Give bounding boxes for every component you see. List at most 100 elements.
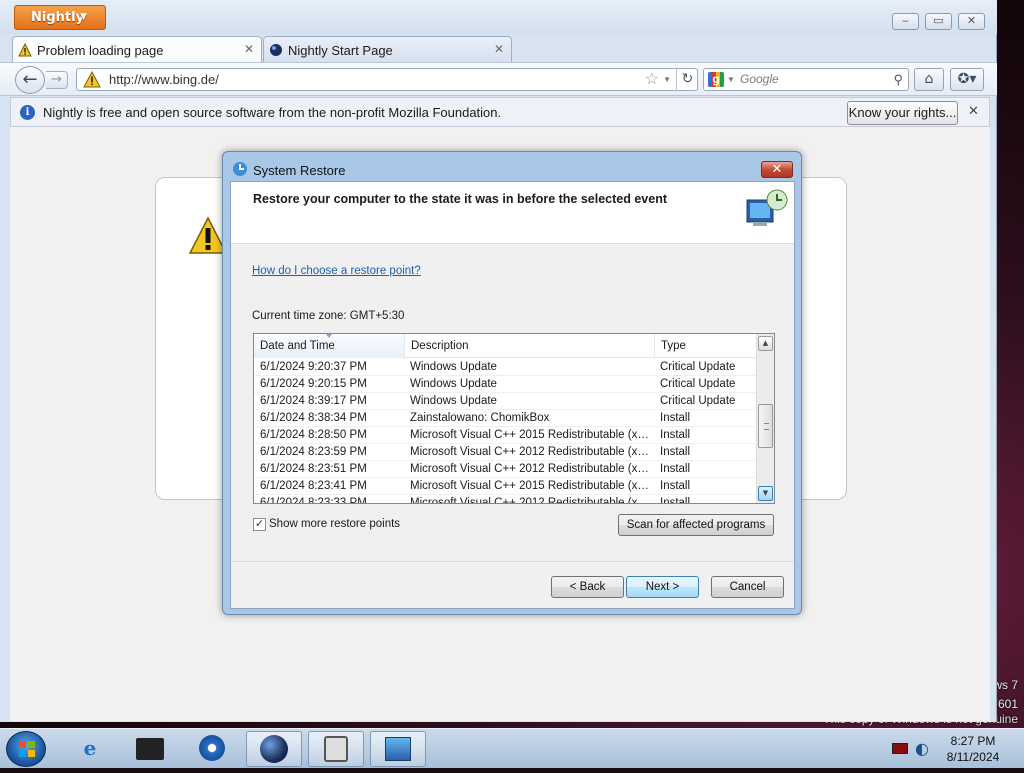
table-row[interactable]: 6/1/2024 9:20:37 PM Windows Update Critica… xyxy=(254,359,756,376)
row-type: Install xyxy=(660,429,691,441)
media-player-taskbar-button[interactable] xyxy=(184,731,240,767)
arrow-right-icon: → xyxy=(51,72,62,87)
table-row[interactable]: 6/1/2024 8:28:50 PM Microsoft Visual C++ … xyxy=(254,427,756,444)
start-button[interactable] xyxy=(6,731,46,767)
tab-nightly-start[interactable]: Nightly Start Page ✕ xyxy=(263,36,512,62)
row-date: 6/1/2024 8:39:17 PM xyxy=(260,395,367,407)
row-type: Install xyxy=(660,480,691,492)
footer-divider xyxy=(231,561,794,562)
dialog-header: Restore your computer to the state it wa… xyxy=(231,182,794,244)
row-type: Critical Update xyxy=(660,361,736,373)
search-placeholder: Google xyxy=(740,72,779,86)
table-row[interactable]: 6/1/2024 9:20:15 PM Windows Update Critica… xyxy=(254,376,756,393)
know-your-rights-button[interactable]: Know your rights... xyxy=(847,101,958,125)
scroll-down-icon[interactable]: ▼ xyxy=(758,486,773,501)
restore-point-help-link[interactable]: How do I choose a restore point? xyxy=(252,265,421,277)
browser-titlebar: Nightly ▼ ‒ ▭ ✕ xyxy=(0,0,997,34)
row-description: Microsoft Visual C++ 2012 Redistributabl… xyxy=(410,463,650,475)
system-restore-icon xyxy=(385,737,411,761)
row-date: 6/1/2024 8:23:59 PM xyxy=(260,446,367,458)
close-window-button[interactable]: ✕ xyxy=(958,13,985,30)
warning-icon xyxy=(18,43,32,57)
row-type: Install xyxy=(660,446,691,458)
row-description: Windows Update xyxy=(410,378,497,390)
back-button[interactable]: < Back xyxy=(551,576,624,598)
table-row[interactable]: 6/1/2024 8:38:34 PM Zainstalowano: Chomik… xyxy=(254,410,756,427)
column-date-time[interactable]: Date and Time xyxy=(254,334,405,358)
folder-icon xyxy=(136,738,164,760)
computer-restore-icon xyxy=(746,189,788,226)
forward-button[interactable]: → xyxy=(46,71,68,89)
system-restore-taskbar-button[interactable] xyxy=(370,731,426,767)
bookmarks-icon: ✪▾ xyxy=(957,71,977,87)
scroll-thumb[interactable] xyxy=(758,404,773,448)
column-type[interactable]: Type xyxy=(655,334,756,358)
media-player-icon xyxy=(199,735,225,761)
info-icon: i xyxy=(20,105,35,120)
tab-close-icon[interactable]: ✕ xyxy=(244,42,254,56)
url-text: http://www.bing.de/ xyxy=(109,72,219,87)
system-clock[interactable]: 8:27 PM 8/11/2024 xyxy=(940,733,1006,765)
cancel-button[interactable]: Cancel xyxy=(711,576,784,598)
column-description[interactable]: Description xyxy=(405,334,655,358)
row-description: Microsoft Visual C++ 2015 Redistributabl… xyxy=(410,429,650,441)
tab-problem-loading[interactable]: Problem loading page ✕ xyxy=(12,36,262,62)
grip-icon xyxy=(764,423,769,430)
close-icon[interactable]: ✕ xyxy=(968,104,979,119)
url-bar[interactable]: http://www.bing.de/ ☆ ▼ ↻ xyxy=(76,68,698,91)
dialog-close-button[interactable]: ✕ xyxy=(761,161,793,178)
tab-strip: Problem loading page ✕ Nightly Start Pag… xyxy=(0,34,997,92)
row-date: 6/1/2024 8:23:51 PM xyxy=(260,463,367,475)
row-date: 6/1/2024 9:20:15 PM xyxy=(260,378,367,390)
maximize-button[interactable]: ▭ xyxy=(925,13,952,30)
notification-message: Nightly is free and open source software… xyxy=(43,105,502,120)
internet-explorer-taskbar-button[interactable]: e xyxy=(62,731,118,767)
scroll-up-icon[interactable]: ▲ xyxy=(758,336,773,351)
scan-affected-programs-button[interactable]: Scan for affected programs xyxy=(618,514,774,536)
app-menu-label: Nightly xyxy=(31,10,85,25)
table-row[interactable]: 6/1/2024 8:23:51 PM Microsoft Visual C++ … xyxy=(254,461,756,478)
next-button[interactable]: Next > xyxy=(626,576,699,598)
table-row[interactable]: 6/1/2024 8:23:33 PM Microsoft Visual C++ … xyxy=(254,495,756,503)
row-description: Windows Update xyxy=(410,361,497,373)
minimize-button[interactable]: ‒ xyxy=(892,13,919,30)
tab-label: Problem loading page xyxy=(37,43,164,58)
tab-close-icon[interactable]: ✕ xyxy=(494,42,504,56)
action-center-flag-icon[interactable] xyxy=(892,743,908,754)
list-scrollbar[interactable]: ▲ ▼ xyxy=(756,334,774,503)
nightly-globe-icon xyxy=(270,44,282,56)
dialog-body: Restore your computer to the state it wa… xyxy=(230,181,795,609)
row-type: Install xyxy=(660,463,691,475)
clock-date: 8/11/2024 xyxy=(946,750,1000,764)
row-date: 6/1/2024 8:23:41 PM xyxy=(260,480,367,492)
row-date: 6/1/2024 8:38:34 PM xyxy=(260,412,367,424)
control-panel-taskbar-button[interactable] xyxy=(308,731,364,767)
bookmarks-menu-button[interactable]: ✪▾ xyxy=(950,68,984,91)
back-button[interactable]: ← xyxy=(15,66,45,94)
dialog-title: System Restore xyxy=(253,163,346,178)
network-icon[interactable]: ◐ xyxy=(915,739,929,758)
row-type: Install xyxy=(660,412,691,424)
app-menu-button[interactable]: Nightly ▼ xyxy=(14,5,106,30)
table-row[interactable]: 6/1/2024 8:39:17 PM Windows Update Critica… xyxy=(254,393,756,410)
row-date: 6/1/2024 8:28:50 PM xyxy=(260,429,367,441)
search-icon[interactable]: ⚲ xyxy=(893,69,903,90)
table-row[interactable]: 6/1/2024 8:23:41 PM Microsoft Visual C++ … xyxy=(254,478,756,495)
timezone-label: Current time zone: GMT+5:30 xyxy=(252,310,405,322)
nightly-taskbar-button[interactable] xyxy=(246,731,302,767)
show-more-checkbox[interactable]: ✓ xyxy=(253,518,266,531)
reload-icon[interactable]: ↻ xyxy=(676,68,698,91)
restore-points-list[interactable]: Date and Time Description Type 6/1/2024 … xyxy=(253,333,775,504)
show-more-label[interactable]: Show more restore points xyxy=(269,518,400,530)
windows-logo-icon xyxy=(19,741,35,757)
history-dropdown-icon[interactable]: ▼ xyxy=(663,69,671,90)
file-explorer-taskbar-button[interactable] xyxy=(122,731,178,767)
home-button[interactable]: ⌂ xyxy=(914,68,944,91)
bookmark-star-icon[interactable]: ☆ xyxy=(645,69,659,90)
search-input[interactable]: g ▼ Google ⚲ xyxy=(703,68,909,91)
list-header: Date and Time Description Type xyxy=(254,334,756,358)
engine-dropdown-icon[interactable]: ▼ xyxy=(727,69,735,90)
arrow-left-icon: ← xyxy=(22,69,38,90)
nightly-globe-icon xyxy=(260,735,288,763)
table-row[interactable]: 6/1/2024 8:23:59 PM Microsoft Visual C++ … xyxy=(254,444,756,461)
